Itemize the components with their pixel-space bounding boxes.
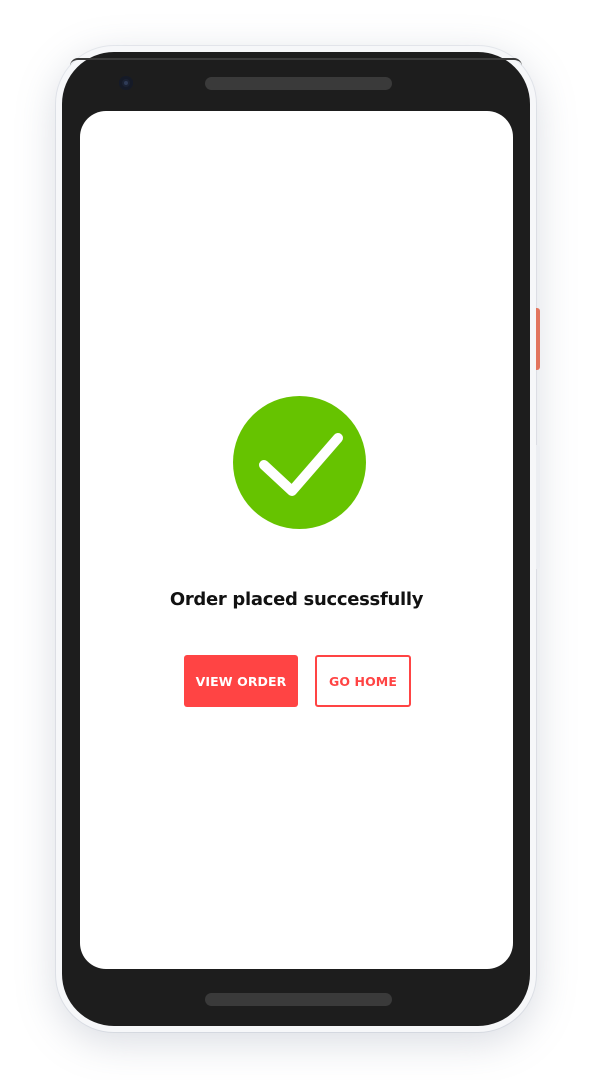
power-button [536,308,540,370]
volume-button [536,445,540,569]
go-home-button[interactable]: GO HOME [315,655,411,707]
checkmark-icon [259,433,343,496]
earpiece-speaker [205,77,392,90]
go-home-label: GO HOME [328,673,397,689]
success-message: Order placed successfully [169,589,424,610]
check-circle-icon [233,396,366,529]
view-order-label: VIEW ORDER [195,673,287,689]
bottom-speaker [205,993,392,1006]
app-screen: Order placed successfully VIEW ORDER GO … [80,111,513,969]
front-camera [119,76,133,90]
view-order-button[interactable]: VIEW ORDER [184,655,298,707]
device-edge [70,58,522,66]
